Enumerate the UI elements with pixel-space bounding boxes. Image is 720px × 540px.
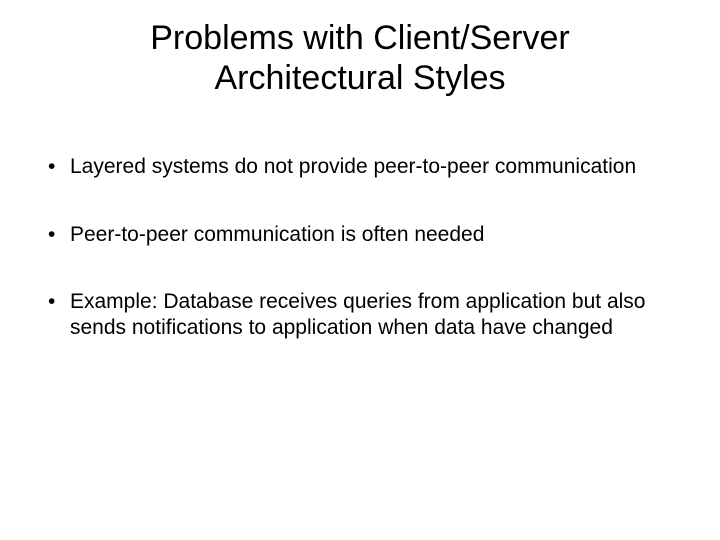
slide-title: Problems with Client/Server Architectura… bbox=[88, 18, 632, 98]
list-item: Layered systems do not provide peer-to-p… bbox=[48, 154, 672, 180]
bullet-list: Layered systems do not provide peer-to-p… bbox=[48, 154, 672, 340]
list-item: Peer-to-peer communication is often need… bbox=[48, 222, 672, 248]
slide: Problems with Client/Server Architectura… bbox=[0, 0, 720, 540]
list-item: Example: Database receives queries from … bbox=[48, 289, 672, 340]
